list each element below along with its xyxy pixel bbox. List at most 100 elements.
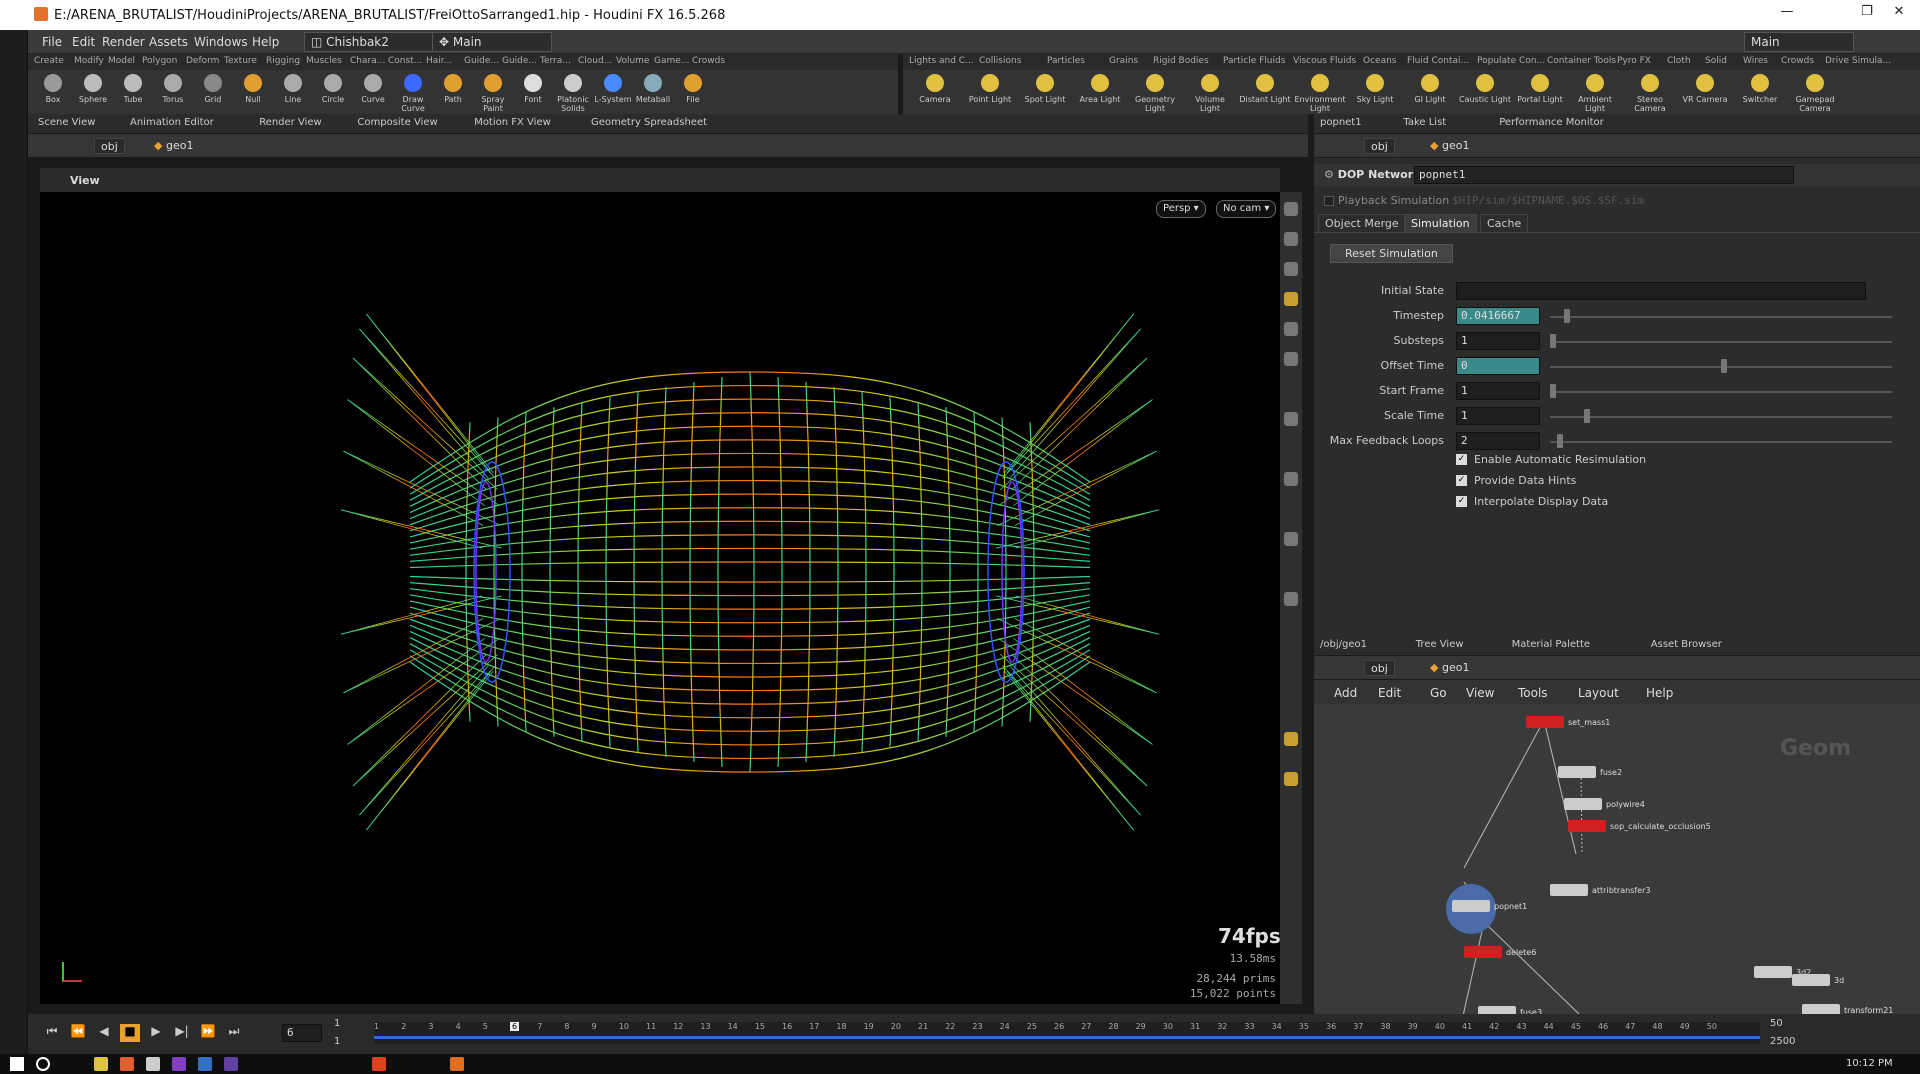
frame-tick[interactable]: 11 (646, 1022, 656, 1031)
tab-simulation[interactable]: Simulation (1404, 214, 1477, 233)
slider-knob[interactable] (1721, 359, 1727, 373)
frame-tick[interactable]: 35 (1299, 1022, 1309, 1031)
shelf-tab-particles[interactable]: Particles (1047, 56, 1085, 66)
param-slider-substeps[interactable] (1550, 341, 1892, 343)
tool-ambient-light[interactable]: Ambient Light (1569, 74, 1621, 114)
frame-tick[interactable]: 1 (374, 1022, 379, 1031)
pane-tab-composite-view[interactable]: Composite View (357, 117, 437, 128)
path-geo[interactable]: ◆ geo1 (148, 138, 199, 154)
tool-font[interactable]: Font (514, 74, 552, 114)
stop-button[interactable]: ■ (120, 1024, 140, 1042)
shelf-tab-collisions[interactable]: Collisions (979, 56, 1021, 66)
display-option-icon[interactable] (1284, 322, 1298, 336)
frame-tick[interactable]: 8 (564, 1022, 569, 1031)
tool-caustic-light[interactable]: Caustic Light (1459, 74, 1511, 114)
frame-tick[interactable]: 37 (1353, 1022, 1363, 1031)
shelf-tab-deform[interactable]: Deform (186, 56, 219, 66)
net-tab-asset-browser[interactable]: Asset Browser (1651, 639, 1722, 650)
display-option-icon[interactable] (1284, 412, 1298, 426)
frame-tick[interactable]: 34 (1272, 1022, 1282, 1031)
shelf-tab-container-tools[interactable]: Container Tools (1547, 56, 1616, 66)
shelf-tab-cloth[interactable]: Cloth (1667, 56, 1691, 66)
menu-windows[interactable]: Windows (194, 35, 248, 49)
tool-path[interactable]: Path (434, 74, 472, 114)
check-interpolate-display-data[interactable]: ✓ (1456, 496, 1467, 507)
range-start[interactable]: 1 (334, 1018, 340, 1029)
tool-spot-light[interactable]: Spot Light (1019, 74, 1071, 114)
shelf-tab-model[interactable]: Model (108, 56, 135, 66)
frame-tick[interactable]: 26 (1054, 1022, 1064, 1031)
premiere-icon[interactable] (224, 1057, 238, 1071)
frame-tick[interactable]: 31 (1190, 1022, 1200, 1031)
node-popnet1[interactable] (1452, 900, 1490, 912)
net-menu-go[interactable]: Go (1430, 686, 1447, 700)
tool-environment-light[interactable]: Environment Light (1294, 74, 1346, 114)
param-slider-max-feedback-loops[interactable] (1550, 441, 1892, 443)
app-icon[interactable] (372, 1057, 386, 1071)
param-tab-take-list[interactable]: Take List (1403, 117, 1446, 128)
slider-knob[interactable] (1563, 309, 1570, 323)
frame-tick[interactable]: 22 (945, 1022, 955, 1031)
frame-tick[interactable]: 27 (1081, 1022, 1091, 1031)
tool-tube[interactable]: Tube (114, 74, 152, 114)
param-path-obj[interactable]: obj (1364, 138, 1395, 154)
shelf-tab-drive-simula[interactable]: Drive Simula... (1825, 56, 1891, 66)
param-tab-performance-monitor[interactable]: Performance Monitor (1499, 117, 1604, 128)
tool-grid[interactable]: Grid (194, 74, 232, 114)
range-start-2[interactable]: 1 (334, 1036, 340, 1047)
tool-geometry-light[interactable]: Geometry Light (1129, 74, 1181, 114)
display-option-icon[interactable] (1284, 292, 1298, 306)
frame-tick[interactable]: 18 (836, 1022, 846, 1031)
step-forward-button[interactable]: ▶| (172, 1024, 192, 1042)
frame-tick[interactable]: 43 (1516, 1022, 1526, 1031)
param-slider-scale-time[interactable] (1550, 416, 1892, 418)
param-slider-timestep[interactable] (1550, 316, 1892, 318)
shelf-tab-populate-con[interactable]: Populate Con... (1477, 56, 1545, 66)
playback-path[interactable]: $HIP/sim/$HIPNAME.$OS.$SF.sim (1452, 194, 1644, 207)
tool-volume-light[interactable]: Volume Light (1184, 74, 1236, 114)
frame-tick[interactable]: 12 (673, 1022, 683, 1031)
tab-cache[interactable]: Cache (1480, 214, 1529, 233)
next-key-button[interactable]: ⏩ (198, 1024, 218, 1042)
shelf-tab-wires[interactable]: Wires (1743, 56, 1768, 66)
display-option-icon[interactable] (1284, 262, 1298, 276)
frame-tick[interactable]: 39 (1408, 1022, 1418, 1031)
go-to-end-button[interactable]: ⏭ (224, 1024, 244, 1042)
node-polywire4[interactable] (1564, 798, 1602, 810)
node-delete6[interactable] (1464, 946, 1502, 958)
frame-tick[interactable]: 14 (728, 1022, 738, 1031)
node-attribtransfer3[interactable] (1550, 884, 1588, 896)
shelf-tab-terra[interactable]: Terra... (540, 56, 571, 66)
frame-tick[interactable]: 32 (1217, 1022, 1227, 1031)
slider-knob[interactable] (1550, 384, 1556, 398)
display-option-icon[interactable] (1284, 472, 1298, 486)
frame-tick[interactable]: 19 (864, 1022, 874, 1031)
frame-tick[interactable]: 5 (483, 1022, 488, 1031)
tool-null[interactable]: Null (234, 74, 272, 114)
reset-simulation-button[interactable]: Reset Simulation (1330, 244, 1453, 263)
frame-tick[interactable]: 16 (782, 1022, 792, 1031)
check-enable-automatic-resimulation[interactable]: ✓ (1456, 454, 1467, 465)
display-option-icon[interactable] (1284, 202, 1298, 216)
frame-tick[interactable]: 21 (918, 1022, 928, 1031)
shelf-tab-rigging[interactable]: Rigging (266, 56, 300, 66)
maximize-button[interactable]: ❐ (1850, 4, 1884, 24)
pane-tab-scene-view[interactable]: Scene View (38, 117, 95, 128)
tool-gamepad-camera[interactable]: Gamepad Camera (1789, 74, 1841, 114)
frame-tick[interactable]: 30 (1163, 1022, 1173, 1031)
display-option-icon[interactable] (1284, 232, 1298, 246)
net-menu-add[interactable]: Add (1334, 686, 1357, 700)
tool-sky-light[interactable]: Sky Light (1349, 74, 1401, 114)
shelf-tab-pyro-fx[interactable]: Pyro FX (1617, 56, 1651, 66)
scene-viewport[interactable]: Persp ▾ No cam ▾ 74fps 13.58ms 28,244 pr… (40, 192, 1281, 1004)
shelf-tab-guide[interactable]: Guide... (502, 56, 537, 66)
param-field-timestep[interactable]: 0.0416667 (1456, 307, 1540, 325)
frame-tick[interactable]: 20 (891, 1022, 901, 1031)
param-field-scale-time[interactable]: 1 (1456, 407, 1540, 425)
frame-tick[interactable]: 49 (1680, 1022, 1690, 1031)
tool-l-system[interactable]: L-System (594, 74, 632, 114)
shelf-tab-grains[interactable]: Grains (1109, 56, 1138, 66)
net-tab-tree-view[interactable]: Tree View (1416, 639, 1464, 650)
slider-knob[interactable] (1556, 434, 1563, 448)
param-field-initial-state[interactable] (1456, 282, 1866, 300)
